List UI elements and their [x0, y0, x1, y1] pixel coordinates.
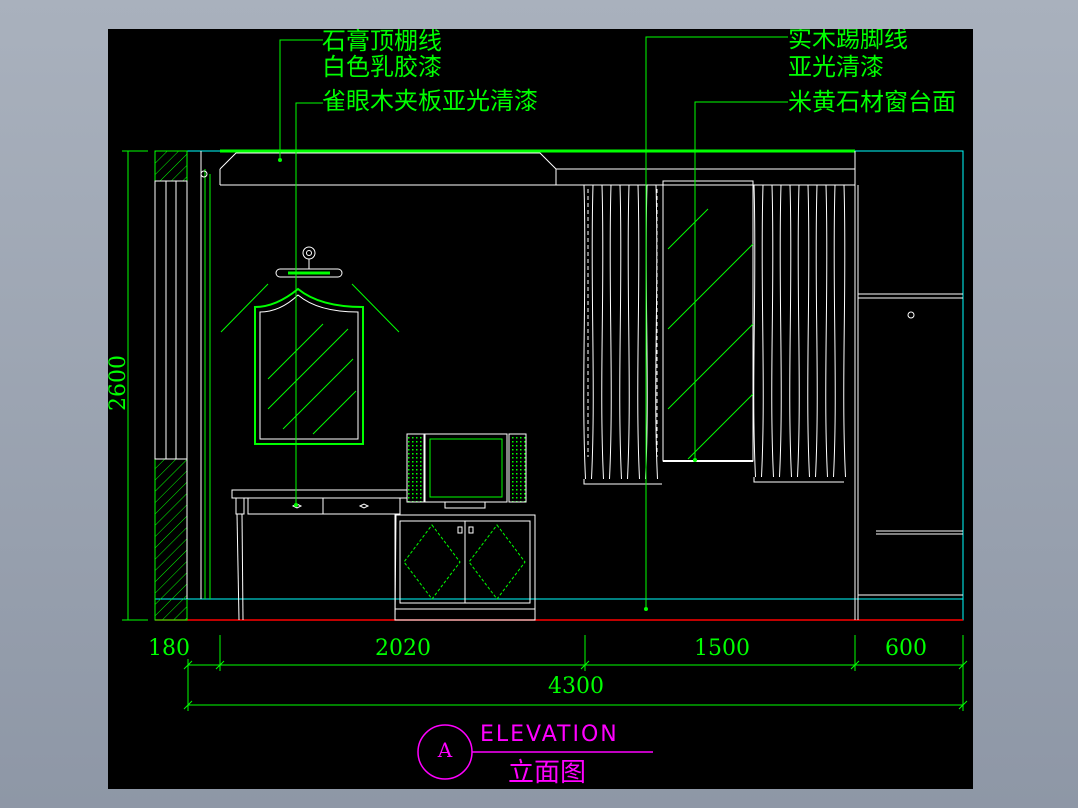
wall-lamp [220, 246, 400, 333]
curtain-fold [591, 184, 594, 480]
wardrobe [854, 151, 963, 620]
curtain-fold [807, 184, 810, 478]
cad-viewport: 石膏顶棚线 白色乳胶漆 雀眼木夹板亚光清漆 实木踢脚线 亚光清漆 米黄石材窗台面… [0, 0, 1078, 808]
curtain-fold [609, 184, 612, 480]
curtain-fold [601, 184, 604, 480]
left-wall-column [154, 150, 211, 621]
television [406, 433, 527, 509]
curtain-fold [761, 184, 764, 478]
curtain-fold [825, 184, 828, 478]
curtain-fold [815, 184, 818, 478]
dressing-desk [231, 489, 408, 621]
leader-lines [279, 36, 788, 611]
curtain-hem [753, 477, 844, 483]
curtain-fold [833, 184, 836, 478]
curtains [583, 184, 846, 485]
curtain-fold [789, 184, 792, 478]
elevation-drawing [122, 36, 968, 780]
vanity-mirror [254, 287, 364, 445]
curtain-fold [843, 184, 846, 478]
title-chinese: 立面图 [508, 758, 587, 788]
dim-wall: 180 [148, 636, 190, 661]
curtain-fold [771, 184, 774, 478]
dim-desk: 2020 [375, 636, 431, 661]
tv-cabinet [394, 514, 536, 621]
drawing-canvas[interactable]: 石膏顶棚线 白色乳胶漆 雀眼木夹板亚光清漆 实木踢脚线 亚光清漆 米黄石材窗台面… [108, 29, 973, 789]
label-veneer-finish: 雀眼木夹板亚光清漆 [322, 87, 538, 115]
dim-total: 4300 [548, 674, 604, 699]
label-skirting-finish: 亚光清漆 [788, 53, 884, 81]
curtain-fold [619, 184, 622, 480]
label-skirting: 实木踢脚线 [788, 29, 908, 53]
curtain-fold [753, 184, 756, 478]
dim-window: 1500 [694, 636, 750, 661]
dim-height: 2600 [108, 355, 131, 411]
curtain-fold [797, 184, 800, 478]
dim-wardrobe: 600 [885, 636, 927, 661]
label-ceiling-line: 石膏顶棚线 [322, 29, 442, 55]
curtain-fold [637, 184, 640, 480]
curtain-fold [627, 184, 630, 480]
room-outline [154, 150, 964, 621]
label-ceiling-finish: 白色乳胶漆 [322, 53, 442, 81]
window [662, 180, 754, 462]
ceiling-cornice [219, 149, 856, 186]
elevation-tag: A [437, 738, 453, 762]
curtain-fold [583, 184, 586, 480]
title-english: ELEVATION [480, 722, 619, 747]
dimension-lines [122, 150, 968, 711]
label-sill: 米黄石材窗台面 [788, 88, 956, 116]
curtain-hem [583, 479, 662, 485]
curtain-fold [779, 184, 782, 478]
